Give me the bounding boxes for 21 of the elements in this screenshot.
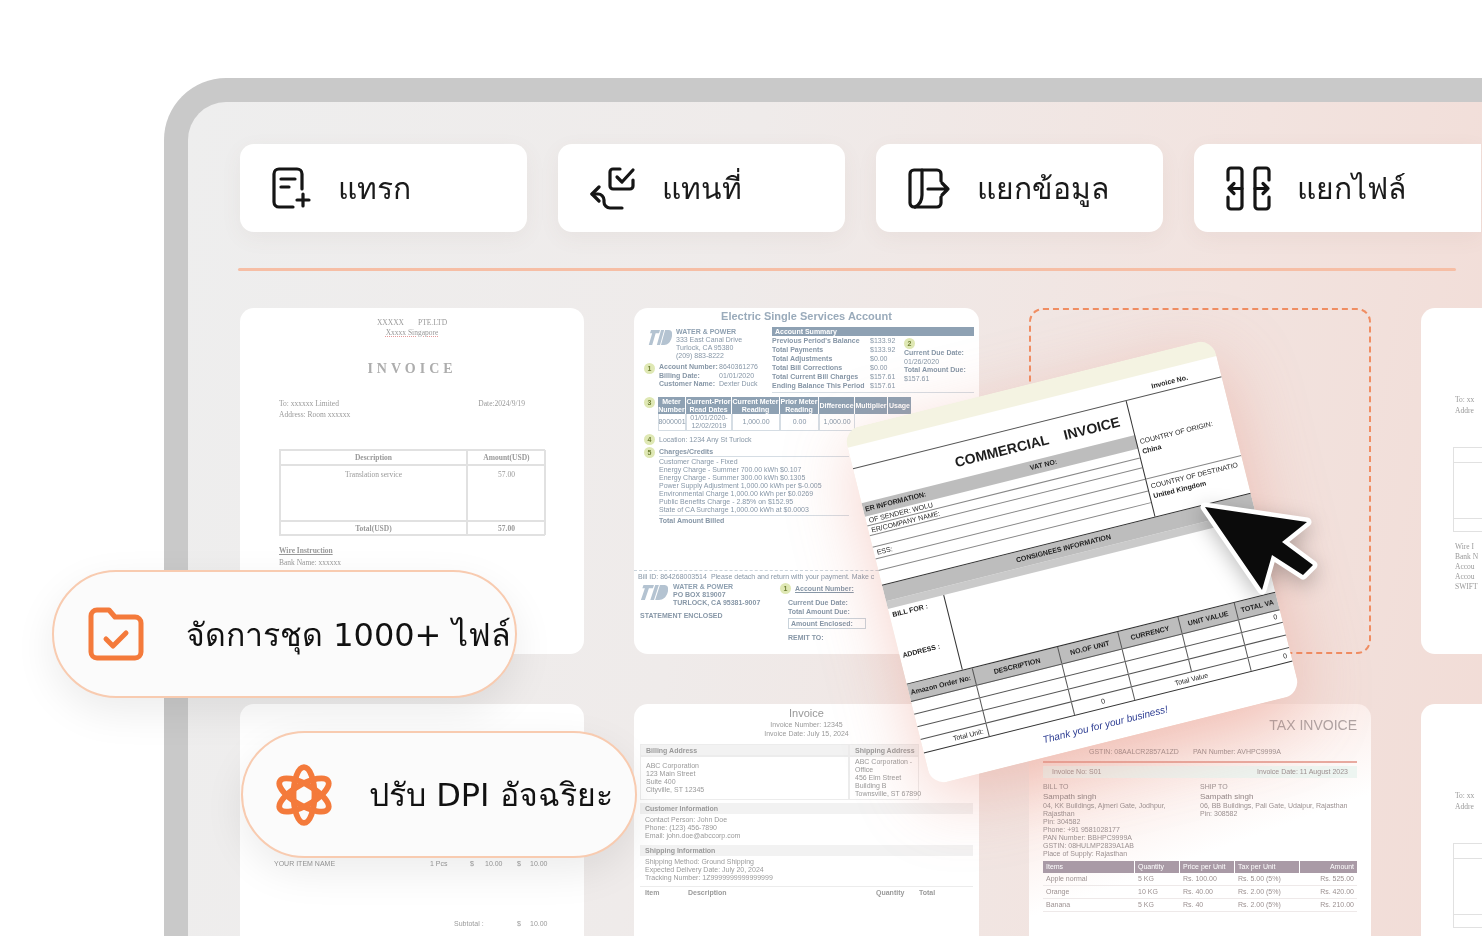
split-arrows-icon [1226, 165, 1271, 211]
tool-button[interactable]: แทนที่ [558, 144, 845, 232]
thank-you-note: Thank you for your business! [1041, 703, 1170, 747]
party-name: Sampath singh [1043, 791, 1097, 802]
checkbox-arrow-icon [590, 166, 636, 210]
tool-button[interactable]: แทรก [240, 144, 527, 232]
doc-title: INVOICE [367, 361, 457, 377]
folder-check-icon [88, 607, 144, 661]
doc-title: Electric Single Services Account [721, 310, 892, 323]
feature-label: จัดการชุด 1000+ ไฟล์ [186, 614, 511, 657]
tool-button[interactable]: แยกไฟล์ [1194, 144, 1481, 232]
doc-title: Invoice [789, 707, 824, 720]
logo-icon [648, 330, 672, 345]
tool-button[interactable]: แยกข้อมูล [876, 144, 1163, 232]
doc-title: TAX INVOICE [1269, 716, 1357, 734]
atom-icon [275, 763, 333, 826]
document-arrow-icon [908, 167, 951, 209]
feature-label: ปรับ DPI อัจฉริยะ [369, 775, 613, 816]
party-name: Sampath singh [1200, 791, 1254, 802]
document-plus-icon [272, 167, 312, 209]
logo-icon [640, 585, 668, 600]
